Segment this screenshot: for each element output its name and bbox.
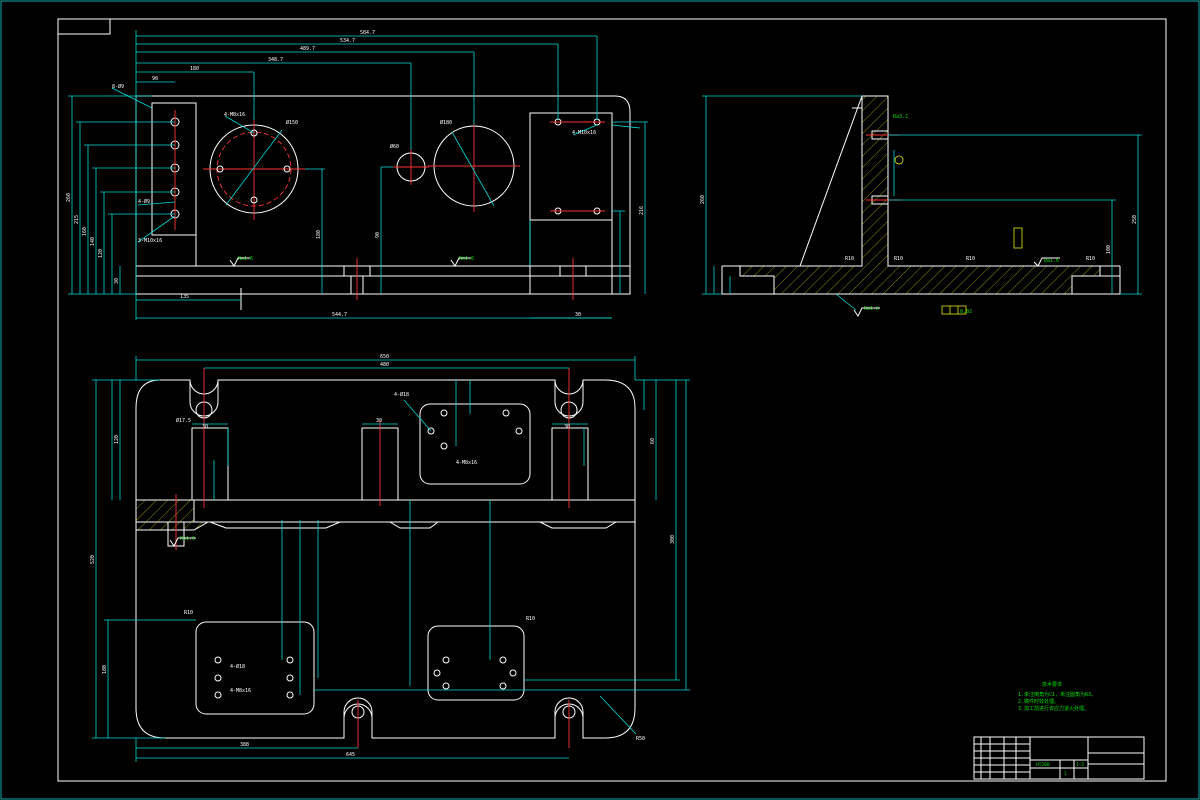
front-view xyxy=(135,95,631,310)
dim-135: 135 xyxy=(180,294,189,300)
plan-dim-388: 388 xyxy=(240,742,249,748)
side-r1: R10 xyxy=(845,256,854,262)
side-flatness: 0.02 xyxy=(960,309,972,315)
side-roughness-2: Ra1.6 xyxy=(1044,258,1059,264)
side-roughness-3: Ra3.2 xyxy=(893,114,908,120)
plan-holes xyxy=(214,409,523,699)
tech-req-line-3: 3.加工前进行去应力退火处理。 xyxy=(1018,705,1089,712)
note-4-m10: 4-M10x16 xyxy=(572,130,596,136)
plan-roughness: Ra1.6 xyxy=(180,536,195,542)
dim-v140: 140 xyxy=(90,237,96,246)
plan-dim-60: 60 xyxy=(650,438,656,444)
dim-v160: 160 xyxy=(82,227,88,236)
dim-489-7: 489.7 xyxy=(300,46,315,52)
plan-dim-30a: 30 xyxy=(202,424,208,430)
technical-requirements: 技术要求 1.未注倒角为C1，未注圆角为R3。 2.铸件时效处理。 3.加工前进… xyxy=(1018,681,1096,712)
dim-90: 90 xyxy=(152,76,158,82)
roughness-1: Ra1.6 xyxy=(238,256,253,262)
tech-req-line-1: 1.未注倒角为C1，未注圆角为R3。 xyxy=(1018,691,1096,698)
note-4-m8: 4-M8x16 xyxy=(224,112,245,118)
plan-dim-300: 300 xyxy=(670,535,676,544)
plan-dim-520: 520 xyxy=(90,555,96,564)
plan-note-4-phi18: 4-Ø18 xyxy=(394,391,409,398)
cad-drawing-canvas: 584.7 534.7 489.7 348.7 180 90 135 544.7… xyxy=(0,0,1200,800)
side-view xyxy=(702,95,1142,315)
dim-180-v: 180 xyxy=(316,230,322,239)
dim-180: 180 xyxy=(190,66,199,72)
title-block: HT200 1:2 1 xyxy=(973,736,1145,780)
plan-dim-650: 650 xyxy=(380,354,389,360)
plan-note-r50: R50 xyxy=(636,736,645,742)
plan-dim-30c: 30 xyxy=(564,424,570,430)
roughness-2: Ra1.6 xyxy=(459,256,474,262)
side-r4: R10 xyxy=(1086,256,1095,262)
dim-dia60: Ø60 xyxy=(390,143,399,150)
dim-v215: 215 xyxy=(74,215,80,224)
plan-dim-180: 180 xyxy=(102,665,108,674)
plan-view-labels: 650 480 30 30 30 520 300 180 120 60 388 … xyxy=(90,354,676,758)
dim-534-7: 534.7 xyxy=(340,38,355,44)
dim-348-7: 348.7 xyxy=(268,57,283,63)
plan-note-4-m8b: 4-M8x16 xyxy=(230,688,251,694)
plan-view xyxy=(135,368,636,748)
plan-note-4-m8: 4-M8x16 xyxy=(456,460,477,466)
tech-req-title: 技术要求 xyxy=(1042,681,1062,688)
note-3-m10: 3-M10x16 xyxy=(138,238,162,244)
dim-v260: 260 xyxy=(66,193,72,202)
plan-dim-480: 480 xyxy=(380,362,389,368)
bore-holes xyxy=(216,129,291,204)
dim-v120: 120 xyxy=(98,249,104,258)
side-section-hatch xyxy=(739,95,1101,295)
dim-216: 216 xyxy=(639,206,645,215)
tech-req-line-2: 2.铸件时效处理。 xyxy=(1018,698,1059,705)
plan-dim-645: 645 xyxy=(346,752,355,758)
dim-90-v: 90 xyxy=(375,232,381,238)
dim-30: 30 xyxy=(575,312,581,318)
title-block-material: HT200 xyxy=(1036,762,1050,768)
side-r3: R10 xyxy=(966,256,975,262)
title-block-sheet: 1 xyxy=(1064,771,1067,777)
dim-544-7: 544.7 xyxy=(332,312,347,318)
plan-view-dimensions xyxy=(92,356,690,762)
note-4-phi9: 4-Ø9 xyxy=(138,198,150,205)
side-roughness-1: Ra1.6 xyxy=(864,306,879,312)
plan-dim-30b: 30 xyxy=(376,418,382,424)
dim-dia150: Ø150 xyxy=(286,119,298,126)
plan-note-r10a: R10 xyxy=(184,610,193,616)
dim-584-7: 584.7 xyxy=(360,30,375,36)
dim-dia180: Ø180 xyxy=(440,119,452,126)
plan-note-phi17-5: Ø17.5 xyxy=(176,417,191,424)
plan-note-4-phi18b: 4-Ø18 xyxy=(230,663,245,670)
side-r2: R10 xyxy=(894,256,903,262)
title-block-scale: 1:2 xyxy=(1076,762,1084,768)
plan-note-r10b: R10 xyxy=(526,616,535,622)
side-dim-100: 100 xyxy=(1106,245,1112,254)
side-dim-260: 260 xyxy=(700,195,706,204)
plan-dim-120: 120 xyxy=(114,435,120,444)
dim-v30: 30 xyxy=(114,278,120,284)
note-8-phi9: 8-Ø9 xyxy=(112,83,124,90)
side-dim-250: 250 xyxy=(1132,215,1138,224)
left-plate-holes xyxy=(170,110,180,230)
